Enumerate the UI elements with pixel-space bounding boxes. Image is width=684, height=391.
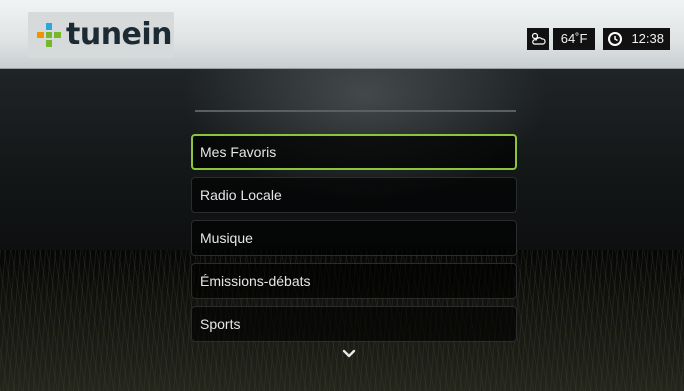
main-menu: Mes Favoris Radio Locale Musique Émissio… [191, 134, 517, 349]
temperature-display: 64˚F [552, 28, 596, 50]
menu-item-mes-favoris[interactable]: Mes Favoris [191, 134, 517, 170]
menu-item-radio-locale[interactable]: Radio Locale [191, 177, 517, 213]
time-display: 12:38 [631, 31, 664, 46]
chevron-down-icon[interactable] [342, 349, 356, 359]
logo-wordmark: tunein [66, 17, 173, 52]
menu-divider [195, 110, 516, 112]
menu-item-sports[interactable]: Sports [191, 306, 517, 342]
menu-item-musique[interactable]: Musique [191, 220, 517, 256]
tunein-screen: tunein 64˚F 12:38 Mes Favoris Radio Loca… [0, 0, 684, 391]
clock-display: 12:38 [603, 28, 670, 50]
tunein-logo-icon [37, 23, 61, 47]
cloud-sun-icon [526, 28, 549, 50]
tunein-logo: tunein [28, 12, 174, 58]
status-area: 64˚F 12:38 [526, 28, 670, 50]
header-bar: tunein 64˚F 12:38 [0, 0, 684, 69]
menu-item-emissions-debats[interactable]: Émissions-débats [191, 263, 517, 299]
clock-icon [608, 32, 623, 46]
